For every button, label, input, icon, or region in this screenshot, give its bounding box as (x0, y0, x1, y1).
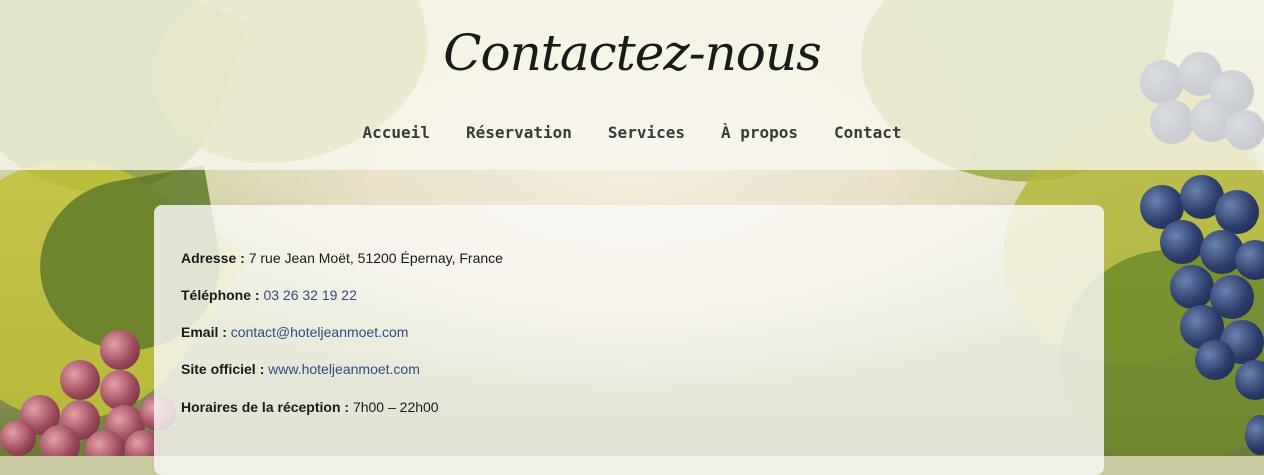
website-row: Site officiel : www.hoteljeanmoet.com (181, 361, 420, 377)
hours-row: Horaires de la réception : 7h00 – 22h00 (181, 399, 439, 415)
page-title: Contactez-nous (443, 24, 822, 82)
main-nav: Accueil Réservation Services À propos Co… (0, 122, 1264, 144)
nav-item-accueil[interactable]: Accueil (345, 122, 448, 144)
hours-value: 7h00 – 22h00 (352, 399, 439, 415)
address-value: 7 rue Jean Moët, 51200 Épernay, France (248, 250, 503, 266)
nav-item-services[interactable]: Services (590, 122, 703, 144)
nav-item-reservation[interactable]: Réservation (448, 122, 590, 144)
hours-label: Horaires de la réception : (181, 399, 350, 415)
address-label: Adresse : (181, 250, 245, 266)
address-row: Adresse : 7 rue Jean Moët, 51200 Épernay… (181, 250, 503, 266)
email-row: Email : contact@hoteljeanmoet.com (181, 324, 408, 340)
email-label: Email : (181, 324, 227, 340)
page-header: Contactez-nous Accueil Réservation Servi… (0, 0, 1264, 170)
website-link[interactable]: www.hoteljeanmoet.com (268, 361, 420, 377)
contact-info-card: Adresse : 7 rue Jean Moët, 51200 Épernay… (154, 205, 1104, 475)
website-label: Site officiel : (181, 361, 265, 377)
email-link[interactable]: contact@hoteljeanmoet.com (231, 324, 409, 340)
nav-item-contact[interactable]: Contact (816, 122, 919, 144)
nav-item-a-propos[interactable]: À propos (703, 122, 816, 144)
phone-row: Téléphone : 03 26 32 19 22 (181, 287, 357, 303)
phone-link[interactable]: 03 26 32 19 22 (263, 287, 356, 303)
phone-label: Téléphone : (181, 287, 260, 303)
